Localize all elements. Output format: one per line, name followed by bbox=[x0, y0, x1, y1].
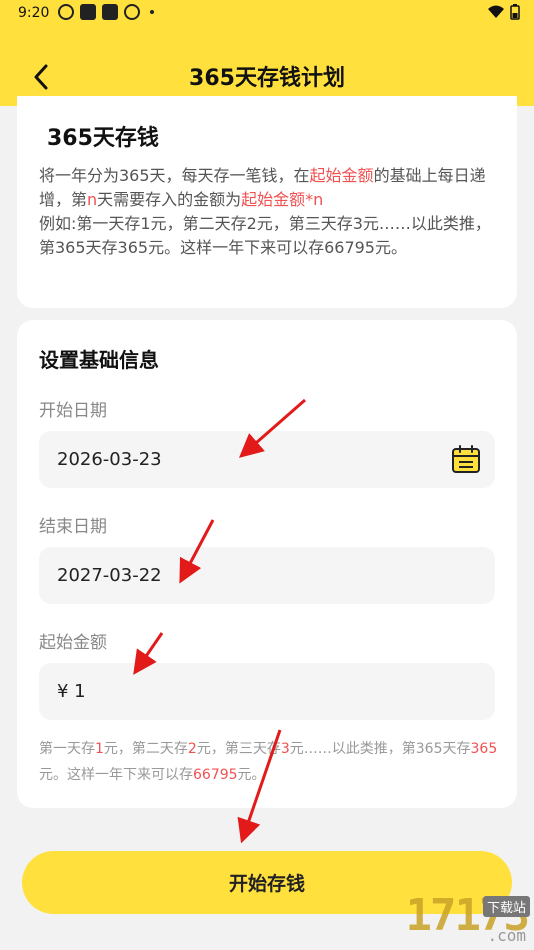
intro-card: 365天存钱 将一年分为365天，每天存一笔钱，在起始金额的基础上每日递增，第n… bbox=[17, 96, 517, 308]
more-notifications-icon bbox=[150, 10, 154, 14]
system-status-icons bbox=[488, 4, 520, 20]
app-notification-icon bbox=[102, 4, 118, 20]
hint-text: 元，第二天存 bbox=[103, 741, 188, 757]
hint-number: 2 bbox=[187, 741, 197, 757]
watermark-domain: .com bbox=[487, 926, 526, 945]
savings-hint: 第一天存1元，第二天存2元，第三天存3元……以此类推，第365天存365 元。这样… bbox=[39, 736, 499, 788]
hint-text: 第一天存 bbox=[39, 741, 95, 757]
start-date-label: 开始日期 bbox=[39, 401, 107, 421]
header-bar: 9:20 365天存钱计划 bbox=[0, 0, 534, 106]
status-bar: 9:20 bbox=[0, 0, 534, 28]
amount-label: 起始金额 bbox=[39, 633, 107, 653]
amount-field[interactable]: ¥ 1 bbox=[39, 663, 495, 720]
status-time: 9:20 bbox=[18, 5, 50, 21]
desc-highlight: 起始金额*n bbox=[241, 190, 324, 209]
hint-number: 66795 bbox=[193, 767, 238, 783]
battery-icon bbox=[510, 4, 520, 20]
hint-text: 元……以此类推，第365天存 bbox=[289, 741, 471, 757]
intro-description: 将一年分为365天，每天存一笔钱，在起始金额的基础上每日递增，第n天需要存入的金… bbox=[39, 164, 501, 260]
intro-title: 365天存钱 bbox=[47, 126, 159, 151]
notification-icons bbox=[58, 4, 154, 20]
desc-text: 天需要存入的金额为 bbox=[97, 190, 242, 209]
end-date-field[interactable]: 2027-03-22 bbox=[39, 547, 495, 604]
desc-highlight: 起始金额 bbox=[309, 166, 374, 185]
settings-card: 设置基础信息 开始日期 2026-03-23 结束日期 2027-03-22 起… bbox=[17, 320, 517, 808]
desc-text: 将一年分为365天，每天存一笔钱，在 bbox=[39, 166, 310, 185]
hint-number: 365 bbox=[470, 741, 498, 757]
app-notification-icon bbox=[124, 4, 140, 20]
amount-value: ¥ 1 bbox=[57, 681, 86, 702]
watermark-tag: 下载站 bbox=[482, 896, 530, 917]
settings-title: 设置基础信息 bbox=[39, 348, 159, 372]
hint-number: 1 bbox=[95, 741, 104, 757]
desc-example: 例如:第一天存1元，第二天存2元，第三天存3元……以此类推，第365天存365元… bbox=[39, 214, 491, 257]
app-notification-icon bbox=[58, 4, 74, 20]
app-notification-icon bbox=[80, 4, 96, 20]
start-date-value: 2026-03-23 bbox=[57, 449, 162, 470]
page-title: 365天存钱计划 bbox=[189, 66, 345, 91]
hint-text: 元。这样一年下来可以存 bbox=[39, 767, 193, 783]
calendar-icon[interactable] bbox=[451, 444, 481, 474]
end-date-value: 2027-03-22 bbox=[57, 565, 162, 586]
hint-text: 元。 bbox=[237, 767, 266, 783]
hint-text: 元，第三天存 bbox=[196, 741, 281, 757]
end-date-label: 结束日期 bbox=[39, 517, 107, 537]
hint-number: 3 bbox=[280, 741, 290, 757]
wifi-icon bbox=[488, 5, 504, 18]
desc-highlight: n bbox=[87, 190, 98, 209]
start-date-field[interactable]: 2026-03-23 bbox=[39, 431, 495, 488]
